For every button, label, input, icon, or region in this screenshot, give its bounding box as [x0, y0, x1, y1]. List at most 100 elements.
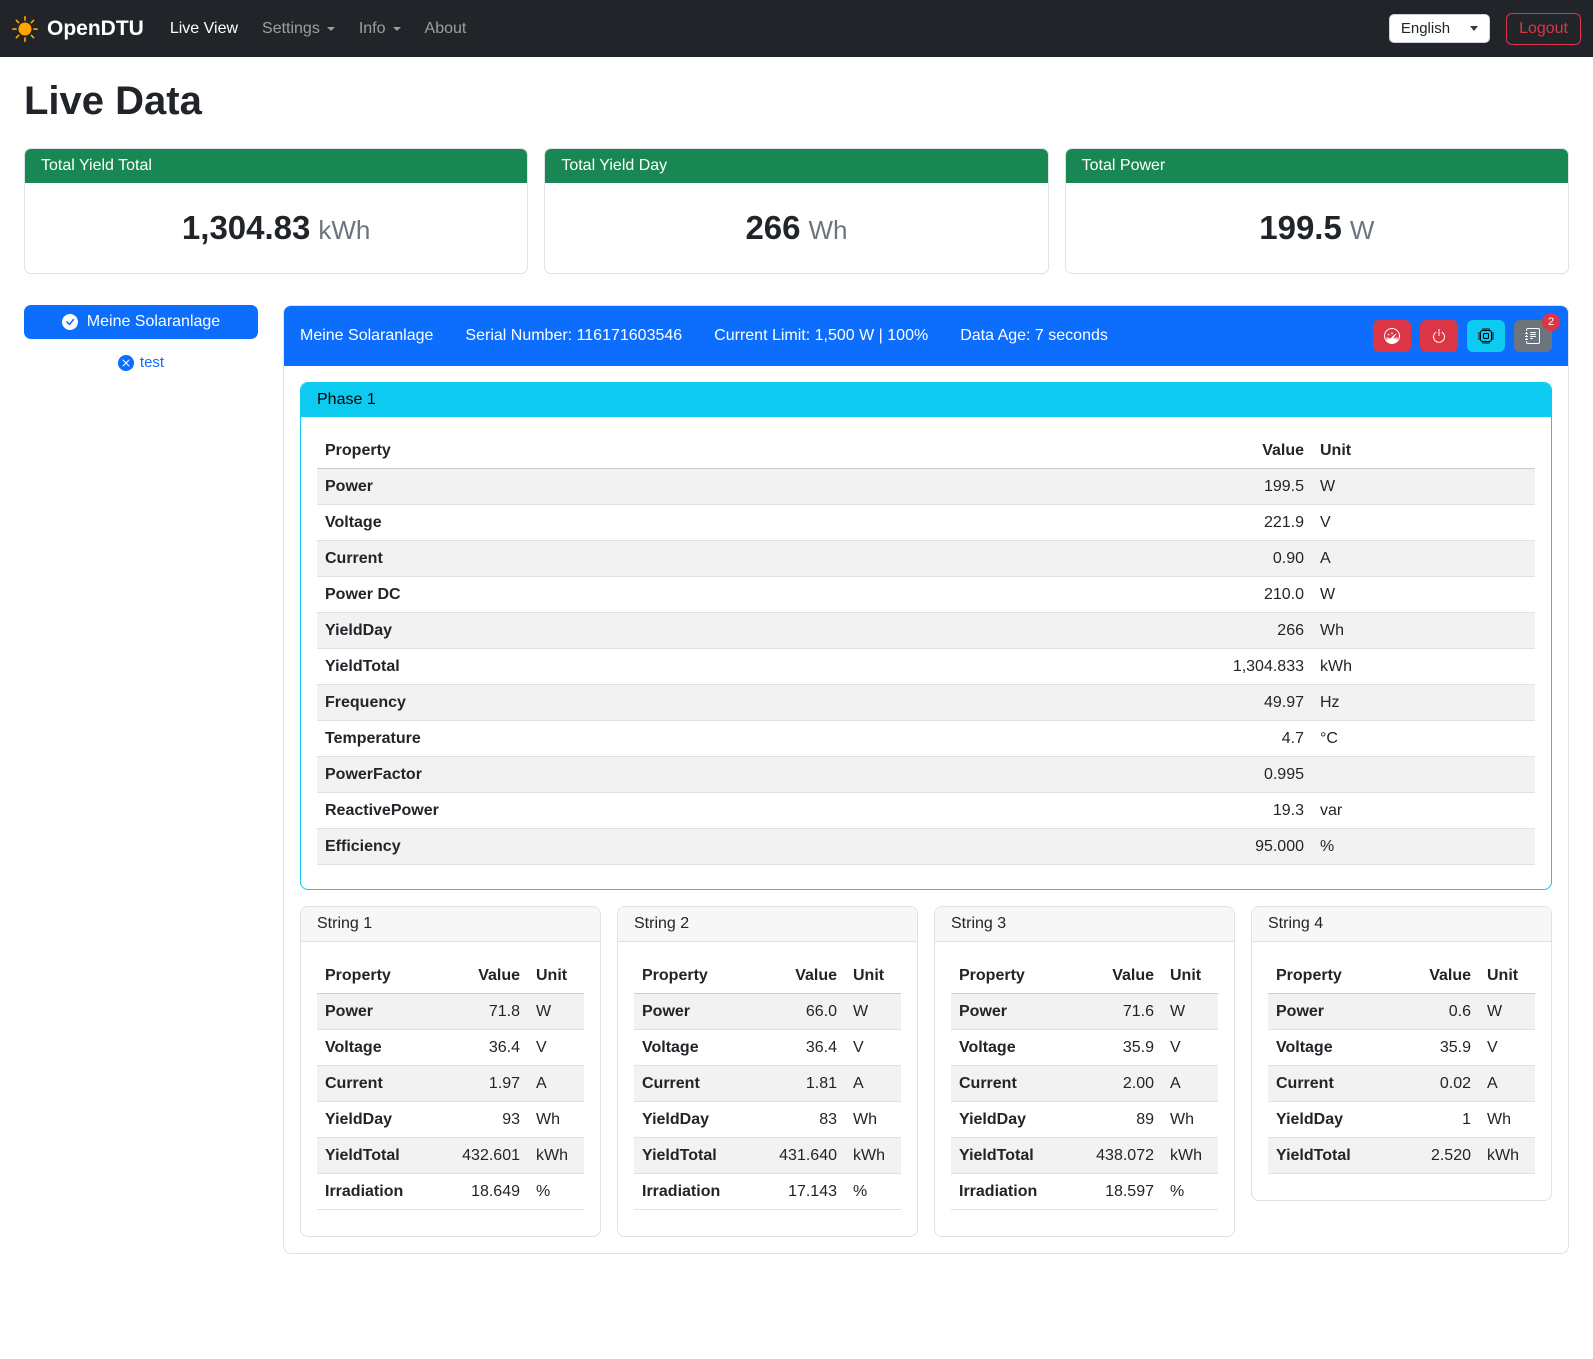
table-row: YieldTotal432.601kWh	[317, 1138, 584, 1174]
unit-cell: W	[1479, 994, 1535, 1030]
value-cell: 0.02	[1401, 1066, 1479, 1102]
unit-cell: %	[1162, 1174, 1218, 1210]
value-cell: 35.9	[1401, 1030, 1479, 1066]
power-icon	[1431, 328, 1447, 344]
power-button[interactable]	[1420, 320, 1458, 352]
inverter-panel-body: Phase 1 Property Value Unit P	[284, 366, 1568, 1253]
value-cell: 4.7	[1192, 721, 1312, 757]
unit-cell: V	[845, 1030, 901, 1066]
value-cell: 36.4	[450, 1030, 528, 1066]
value-cell: 71.8	[450, 994, 528, 1030]
table-row: PowerFactor0.995	[317, 757, 1535, 793]
property-cell: YieldTotal	[951, 1138, 1084, 1174]
logout-button[interactable]: Logout	[1506, 13, 1581, 45]
sun-icon	[12, 16, 38, 42]
unit-header: Unit	[528, 958, 584, 994]
table-row: Power199.5W	[317, 469, 1535, 505]
summary-card-body: 1,304.83 kWh	[25, 183, 527, 273]
event-log-button[interactable]: 2	[1514, 320, 1552, 352]
summary-card-value: 266	[745, 209, 800, 246]
property-header: Property	[1268, 958, 1401, 994]
summary-card-body: 266Wh	[545, 183, 1047, 273]
property-cell: Power DC	[317, 577, 1192, 613]
table-row: Irradiation18.649%	[317, 1174, 584, 1210]
string-table: Property Value Unit Power0.6WVoltage35.9…	[1268, 958, 1535, 1174]
table-row: Power71.8W	[317, 994, 584, 1030]
chevron-down-icon	[1470, 26, 1478, 31]
inverter-serial: Serial Number: 116171603546	[465, 327, 682, 345]
summary-card-yield-day: Total Yield Day 266Wh	[544, 148, 1048, 274]
value-cell: 1.81	[767, 1066, 845, 1102]
nav-item-live-view[interactable]: Live View	[158, 12, 250, 46]
property-header: Property	[951, 958, 1084, 994]
sidebar: Meine Solaranlage test	[24, 305, 258, 371]
table-row: Voltage35.9V	[1268, 1030, 1535, 1066]
string-table: Property Value Unit Power71.8WVoltage36.…	[317, 958, 584, 1210]
table-row: Voltage36.4V	[317, 1030, 584, 1066]
table-header-row: Property Value Unit	[634, 958, 901, 994]
summary-card-title: Total Power	[1066, 149, 1568, 183]
table-row: Voltage35.9V	[951, 1030, 1218, 1066]
summary-card-unit: kWh	[318, 215, 370, 245]
nav-item-about[interactable]: About	[413, 12, 479, 46]
table-row: Power71.6W	[951, 994, 1218, 1030]
table-row: ReactivePower19.3var	[317, 793, 1535, 829]
string-card-1: String 1 Property Value Unit	[300, 906, 601, 1237]
value-cell: 49.97	[1192, 685, 1312, 721]
table-row: Current2.00A	[951, 1066, 1218, 1102]
value-cell: 18.649	[450, 1174, 528, 1210]
table-row: YieldTotal438.072kWh	[951, 1138, 1218, 1174]
brand-label: OpenDTU	[47, 17, 144, 41]
nav-item-info[interactable]: Info	[347, 12, 413, 46]
language-select[interactable]: English	[1389, 14, 1490, 43]
summary-card-value: 1,304.83	[182, 209, 310, 246]
check-circle-icon	[62, 314, 78, 330]
table-row: Current1.97A	[317, 1066, 584, 1102]
unit-cell: Wh	[1312, 613, 1535, 649]
property-cell: YieldTotal	[317, 1138, 450, 1174]
property-cell: Efficiency	[317, 829, 1192, 865]
value-cell: 83	[767, 1102, 845, 1138]
string-table: Property Value Unit Power66.0WVoltage36.…	[634, 958, 901, 1210]
value-header: Value	[1192, 433, 1312, 469]
string-table: Property Value Unit Power71.6WVoltage35.…	[951, 958, 1218, 1210]
value-header: Value	[1401, 958, 1479, 994]
table-header-row: Property Value Unit	[951, 958, 1218, 994]
unit-cell: %	[845, 1174, 901, 1210]
table-header-row: Property Value Unit	[317, 433, 1535, 469]
limit-settings-button[interactable]	[1373, 320, 1411, 352]
summary-card-yield-total: Total Yield Total 1,304.83 kWh	[24, 148, 528, 274]
unit-header: Unit	[1162, 958, 1218, 994]
property-header: Property	[317, 958, 450, 994]
value-header: Value	[1084, 958, 1162, 994]
value-cell: 17.143	[767, 1174, 845, 1210]
page-title: Live Data	[24, 79, 1569, 124]
value-cell: 35.9	[1084, 1030, 1162, 1066]
event-count-badge: 2	[1542, 313, 1560, 331]
summary-card-value: 199.5	[1259, 209, 1342, 246]
value-cell: 210.0	[1192, 577, 1312, 613]
table-row: YieldTotal1,304.833kWh	[317, 649, 1535, 685]
string-title: String 3	[935, 907, 1234, 942]
nav-item-settings[interactable]: Settings	[250, 12, 347, 46]
value-cell: 19.3	[1192, 793, 1312, 829]
table-header-row: Property Value Unit	[317, 958, 584, 994]
inverter-panel-header: Meine Solaranlage Serial Number: 1161716…	[284, 306, 1568, 366]
summary-card-body: 199.5W	[1066, 183, 1568, 273]
unit-cell	[1312, 757, 1535, 793]
brand[interactable]: OpenDTU	[12, 16, 144, 42]
summary-card-title: Total Yield Total	[25, 149, 527, 183]
page-content: Live Data Total Yield Total 1,304.83kWh …	[0, 57, 1593, 1282]
inverter-select-button[interactable]: Meine Solaranlage	[24, 305, 258, 339]
string-body: Property Value Unit Power0.6WVoltage35.9…	[1252, 942, 1551, 1200]
unit-cell: W	[1312, 577, 1535, 613]
strings-row: String 1 Property Value Unit	[300, 906, 1552, 1237]
unit-cell: V	[528, 1030, 584, 1066]
string-body: Property Value Unit Power66.0WVoltage36.…	[618, 942, 917, 1236]
event-filter-chip[interactable]: test	[24, 354, 258, 371]
property-cell: Power	[634, 994, 767, 1030]
device-info-button[interactable]	[1467, 320, 1505, 352]
property-cell: Current	[951, 1066, 1084, 1102]
inverter-limit: Current Limit: 1,500 W | 100%	[714, 327, 928, 345]
property-cell: YieldDay	[951, 1102, 1084, 1138]
